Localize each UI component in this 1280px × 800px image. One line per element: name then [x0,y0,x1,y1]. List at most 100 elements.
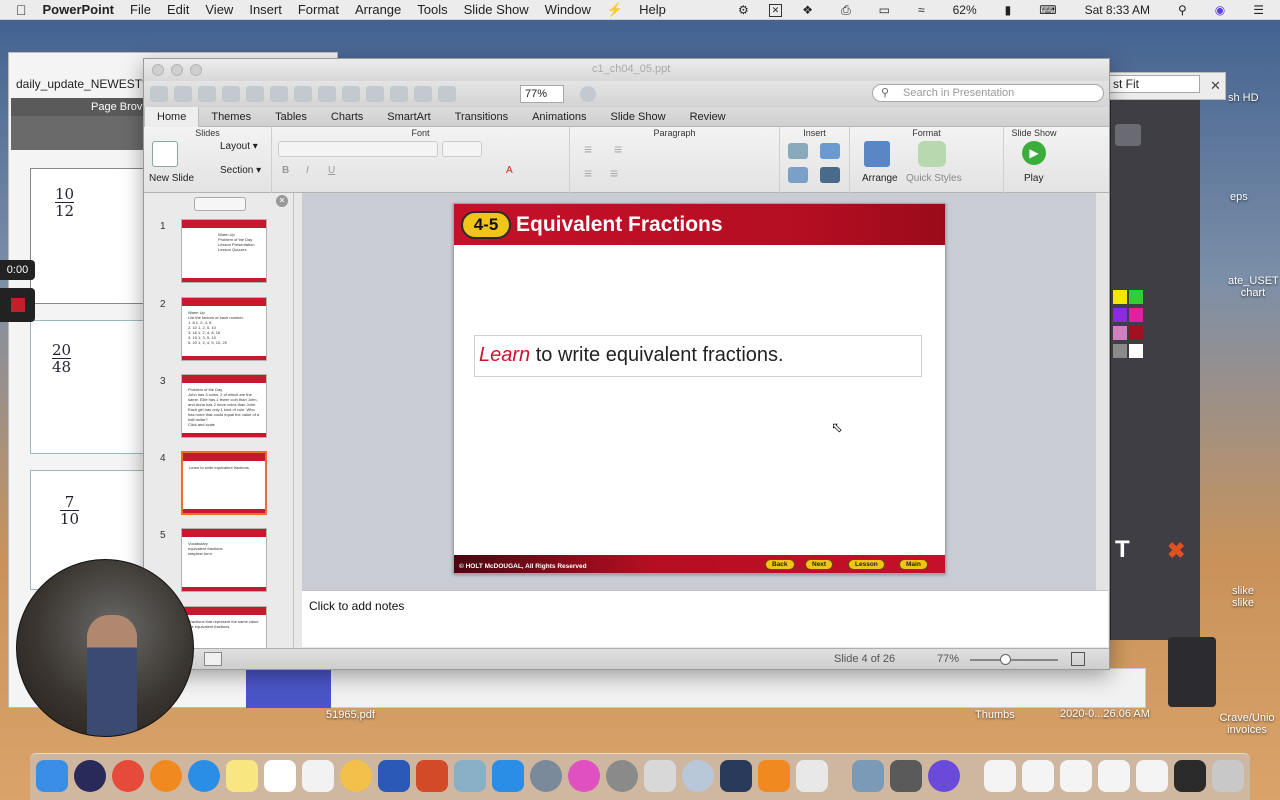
italic-icon[interactable]: I [306,165,309,176]
search-input[interactable]: Search in Presentation ⚲ [872,84,1104,102]
play-icon[interactable]: ▶ [1022,141,1046,165]
tab-review[interactable]: Review [678,107,738,127]
quick-styles-icon[interactable] [918,141,946,167]
desktop-label-eps[interactable]: eps [1230,191,1248,203]
desktop-label-thumbs[interactable]: Thumbs [975,709,1015,721]
reminders-icon[interactable] [302,760,334,792]
new-presentation-icon[interactable] [150,86,168,102]
palette-pen-tool-icon[interactable] [1115,124,1141,146]
background-window-title[interactable]: daily_update_NEWEST* [16,77,147,91]
background-window-close-icon[interactable]: ✕ [1210,78,1221,94]
new-slide-icon[interactable] [152,141,178,167]
help-icon[interactable] [580,86,596,102]
menu-insert[interactable]: Insert [241,2,290,17]
window-minimize-button[interactable] [171,64,183,76]
slide-thumbnail-4[interactable]: 4 Learn to write equivalent fractions. [144,451,293,521]
cut-icon[interactable] [270,86,288,102]
notebook-page-2[interactable] [30,320,148,454]
slide-thumbnail-1[interactable]: 1 Warm Up Problem of the Day Lesson Pres… [144,219,293,289]
media-browser-icon[interactable] [438,86,456,102]
desktop-label-slike[interactable]: slike slike [1228,585,1258,609]
print-icon[interactable] [246,86,264,102]
desktop-label-sh-hd[interactable]: sh HD [1228,92,1259,104]
tab-smartart[interactable]: SmartArt [375,107,442,127]
underline-icon[interactable]: U [328,165,335,176]
font-color-icon[interactable]: A [506,165,513,176]
itunes-icon[interactable] [568,760,600,792]
font-size-select[interactable] [442,141,482,157]
quick-styles-button[interactable]: Quick Styles [906,173,962,184]
notebook-page-1[interactable] [30,168,148,304]
copy-icon[interactable] [294,86,312,102]
battery-percent[interactable]: 62% [945,3,985,17]
record-stop-button[interactable] [0,288,35,322]
zoom-slider-track[interactable] [970,659,1058,661]
window-close-button[interactable] [152,64,164,76]
play-button[interactable]: Play [1024,173,1043,184]
palette-color-gray[interactable] [1113,344,1127,358]
firefox-icon[interactable] [150,760,182,792]
menu-slide-show[interactable]: Slide Show [456,2,537,17]
palette-color-yellow[interactable] [1113,290,1127,304]
tab-home[interactable]: Home [144,106,200,127]
shape-icon[interactable] [820,143,840,159]
trash-window[interactable] [1168,637,1216,707]
normal-view-icon[interactable] [204,652,222,666]
objective-text-box[interactable]: Learn to write equivalent fractions. [474,335,922,377]
menu-edit[interactable]: Edit [159,2,197,17]
gear-status-icon[interactable]: ⚙ [730,3,757,17]
fit-dropdown[interactable]: st Fit [1108,75,1200,93]
desktop-label-crave[interactable]: Crave/Unio invoices [1216,712,1278,736]
window-zoom-button[interactable] [190,64,202,76]
tab-slide-show[interactable]: Slide Show [599,107,678,127]
palette-delete-icon[interactable]: ✖ [1167,538,1185,564]
finder-icon[interactable] [36,760,68,792]
menu-help[interactable]: Help [631,2,674,17]
tab-transitions[interactable]: Transitions [443,107,520,127]
desktop-label-pdf[interactable]: 51965.pdf [326,709,375,721]
dropbox-icon[interactable]: ❖ [794,3,821,17]
palette-color-magenta[interactable] [1129,308,1143,322]
word-icon[interactable] [378,760,410,792]
palette-color-purple[interactable] [1113,308,1127,322]
screen-recorder-icon[interactable] [720,760,752,792]
tab-tables[interactable]: Tables [263,107,319,127]
text-box-icon[interactable] [788,143,808,159]
vlc-icon[interactable] [758,760,790,792]
paste-icon[interactable] [318,86,336,102]
system-preferences-icon[interactable] [606,760,638,792]
palette-color-pink[interactable] [1113,326,1127,340]
menu-file[interactable]: File [122,2,159,17]
font-name-select[interactable] [278,141,438,157]
palette-color-green[interactable] [1129,290,1143,304]
thumbnail-view-toggle[interactable] [194,197,246,211]
nav-next-button[interactable]: Next [805,559,834,570]
slide-view-icon[interactable] [414,86,432,102]
tab-charts[interactable]: Charts [319,107,375,127]
calculator-icon[interactable] [890,760,922,792]
align-left-icon[interactable]: ≡ [584,165,592,181]
nav-main-button[interactable]: Main [899,559,928,570]
printer-icon[interactable]: ⎙ [833,3,859,18]
trash-icon[interactable] [1212,760,1244,792]
zoom-combo[interactable]: 77% [520,85,564,103]
siri-icon[interactable]: ◉ [1207,3,1233,17]
keyboard-icon[interactable]: ⌨ [1031,3,1064,17]
bold-icon[interactable]: B [282,165,289,176]
close-panel-icon[interactable]: ✕ [276,195,288,207]
align-center-icon[interactable]: ≡ [610,165,618,181]
tab-themes[interactable]: Themes [199,107,263,127]
menu-app-name[interactable]: PowerPoint [35,2,123,17]
siri-dock-icon[interactable] [74,760,106,792]
apple-menu-icon[interactable]:  [0,2,35,18]
undo-icon[interactable] [366,86,384,102]
powerpoint-dock-icon[interactable] [416,760,448,792]
document-stack-icon[interactable] [1136,760,1168,792]
spotlight-search-icon[interactable]: ⚲ [1170,3,1195,17]
redo-icon[interactable] [390,86,408,102]
palette-color-white[interactable] [1129,344,1143,358]
tab-animations[interactable]: Animations [520,107,598,127]
format-painter-icon[interactable] [342,86,360,102]
menubar-clock[interactable]: Sat 8:33 AM [1077,3,1158,17]
close-status-icon[interactable]: ✕ [768,3,783,17]
